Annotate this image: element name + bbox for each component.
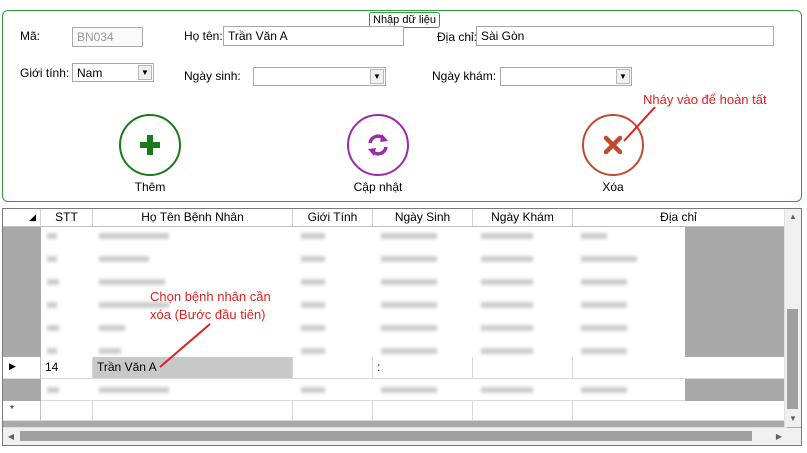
arrow-to-row: [159, 323, 211, 368]
arrow-to-xoa: [623, 106, 656, 142]
annotation-arrows: [159, 106, 656, 368]
